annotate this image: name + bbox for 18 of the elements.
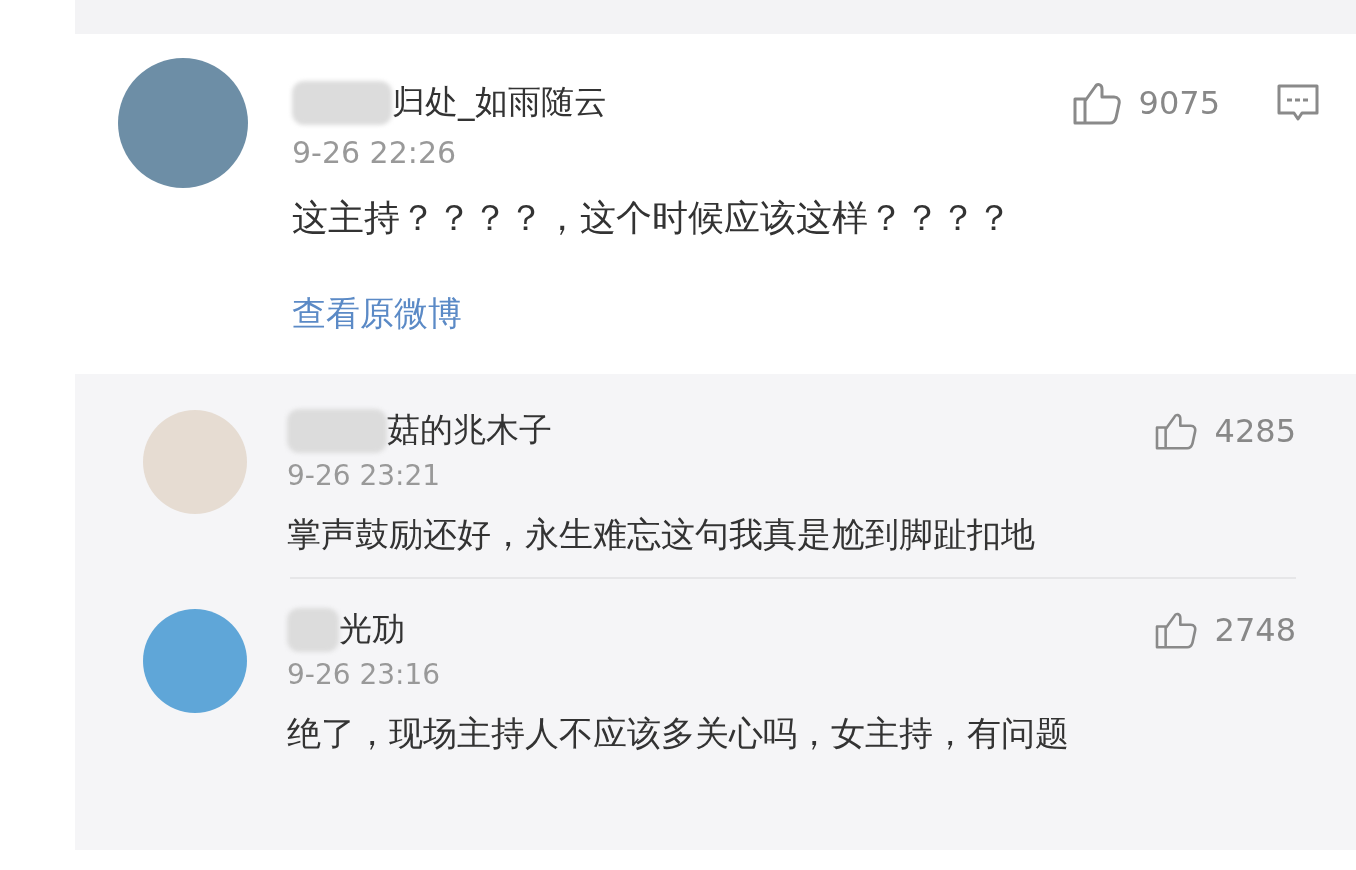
blurred-name-block [287, 607, 339, 652]
like-count: 9075 [1138, 83, 1220, 122]
reply-text: 掌声鼓励还好，永生难忘这句我真是尬到脚趾扣地 [287, 513, 1036, 556]
comment-icon[interactable] [1276, 82, 1320, 123]
view-original-link[interactable]: 查看原微博 [292, 291, 462, 337]
reply-text: 绝了，现场主持人不应该多关心吗，女主持，有问题 [287, 712, 1070, 756]
comment-time: 9-26 22:26 [292, 135, 458, 170]
username[interactable]: 菇的兆木子 [387, 408, 552, 453]
username[interactable]: 光劢 [339, 607, 405, 653]
comment-text: 这主持？？？？，这个时候应该这样？？？？ [292, 196, 1013, 240]
thumbs-up-icon [1154, 610, 1197, 649]
comment-time: 9-26 23:21 [287, 459, 442, 492]
comment-time: 9-26 23:16 [287, 658, 442, 692]
like-count: 4285 [1214, 411, 1296, 450]
like-count: 2748 [1214, 610, 1296, 649]
thumbs-up-icon [1072, 80, 1121, 125]
thumbs-up-icon [1154, 411, 1197, 450]
username[interactable]: 归处_如雨随云 [392, 80, 607, 125]
